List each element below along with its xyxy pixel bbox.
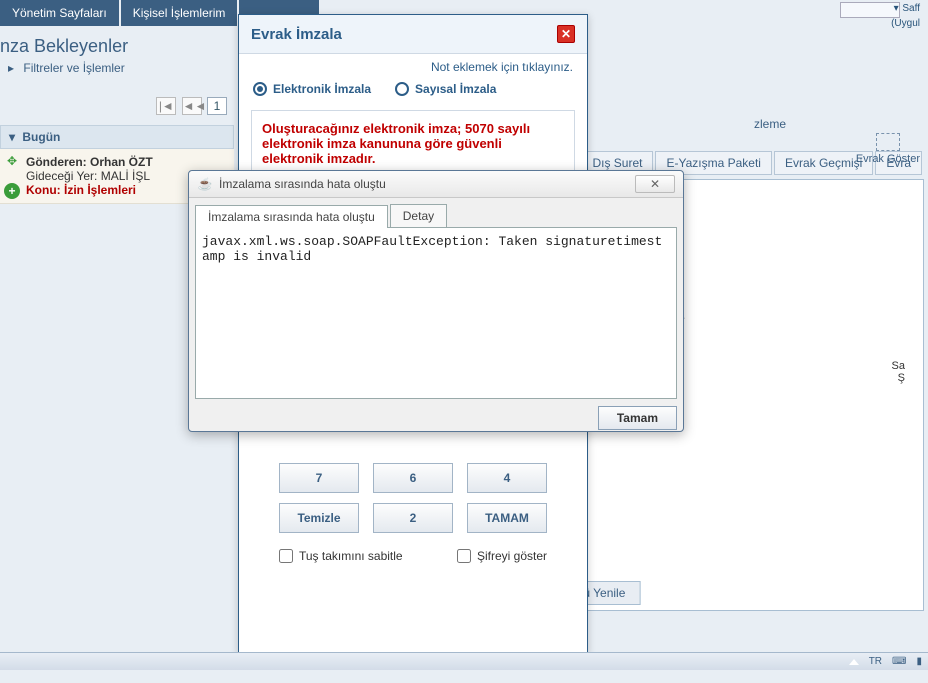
user-name: Saff [902, 3, 920, 14]
add-icon[interactable]: + [4, 183, 20, 199]
tray-keyboard-icon[interactable]: ⌨ [892, 656, 906, 667]
pin-keypad: 7 6 4 Temizle 2 TAMAM Tuş takımını sabit… [239, 453, 587, 579]
page-number[interactable]: 1 [207, 97, 227, 115]
page-prev-button[interactable]: ◄◄ [182, 97, 202, 115]
lang-indicator[interactable]: TR [869, 656, 882, 667]
java-icon: ☕ [197, 176, 213, 192]
keypad-6[interactable]: 6 [373, 463, 453, 493]
evrak-goster-button[interactable]: Evrak Göster [850, 131, 926, 167]
chevron-right-icon: ▸ [8, 61, 14, 75]
paginator: |◄ ◄◄ 1 [0, 87, 234, 125]
radio-dot-icon [395, 82, 409, 96]
chevron-down-icon: ▾ [9, 130, 15, 144]
close-button[interactable]: ✕ [557, 25, 575, 43]
checkbox-show-password[interactable]: Şifreyi göster [457, 549, 547, 563]
doc-sa: Sa [892, 360, 905, 372]
keypad-ok[interactable]: TAMAM [467, 503, 547, 533]
user-role: (Uygul [891, 18, 920, 29]
keypad-clear[interactable]: Temizle [279, 503, 359, 533]
error-tab-detail[interactable]: Detay [390, 204, 447, 227]
error-content: javax.xml.ws.soap.SOAPFaultException: Ta… [195, 227, 677, 399]
tray-up-icon[interactable] [849, 659, 859, 665]
izleme-label: zleme [754, 117, 926, 131]
checkbox-show-label: Şifreyi göster [477, 549, 547, 563]
radio-electronic-label: Elektronik İmzala [273, 82, 371, 96]
checkbox-fix-input[interactable] [279, 549, 293, 563]
ok-button[interactable]: Tamam [598, 406, 677, 430]
window-close-button[interactable]: ✕ [635, 175, 675, 193]
error-tab-message[interactable]: İmzalama sırasında hata oluştu [195, 205, 388, 228]
filters-label: Filtreler ve İşlemler [23, 61, 124, 75]
radio-electronic-sign[interactable]: Elektronik İmzala [253, 82, 371, 96]
keypad-2[interactable]: 2 [373, 503, 453, 533]
checkbox-show-input[interactable] [457, 549, 471, 563]
keypad-7[interactable]: 7 [279, 463, 359, 493]
radio-dot-icon [253, 82, 267, 96]
doc-s: Ş [892, 372, 905, 384]
signature-warning: Oluşturacağınız elektronik imza; 5070 sa… [251, 110, 575, 177]
radio-digital-label: Sayısal İmzala [415, 82, 496, 96]
user-area: ▾ Saff (Uygul [832, 0, 928, 31]
section-today-label: Bugün [22, 130, 60, 144]
checkbox-fix-label: Tuş takımını sabitle [299, 549, 403, 563]
page-first-button[interactable]: |◄ [156, 97, 176, 115]
error-dialog-title: İmzalama sırasında hata oluştu [219, 177, 635, 191]
radio-digital-sign[interactable]: Sayısal İmzala [395, 82, 496, 96]
checkbox-fix-keypad[interactable]: Tuş takımını sabitle [279, 549, 403, 563]
sign-dialog-title: Evrak İmzala [251, 26, 557, 43]
taskbar: TR ⌨ ▮ [0, 652, 928, 670]
evrak-goster-label: Evrak Göster [856, 153, 920, 165]
user-dropdown[interactable]: ▾ [840, 2, 900, 18]
error-dialog: ☕ İmzalama sırasında hata oluştu ✕ İmzal… [188, 170, 684, 432]
doc-sender: Gönderen: Orhan ÖZT [26, 155, 228, 169]
add-note-link[interactable]: Not eklemek için tıklayınız. [239, 54, 587, 74]
move-icon: ✥ [4, 153, 20, 169]
section-today[interactable]: ▾ Bugün [0, 125, 234, 149]
nav-tab-kisisel[interactable]: Kişisel İşlemlerim [121, 0, 238, 26]
nav-tab-yonetim[interactable]: Yönetim Sayfaları [0, 0, 119, 26]
keypad-4[interactable]: 4 [467, 463, 547, 493]
tray-flag-icon[interactable]: ▮ [916, 656, 922, 667]
document-icon [876, 133, 900, 151]
